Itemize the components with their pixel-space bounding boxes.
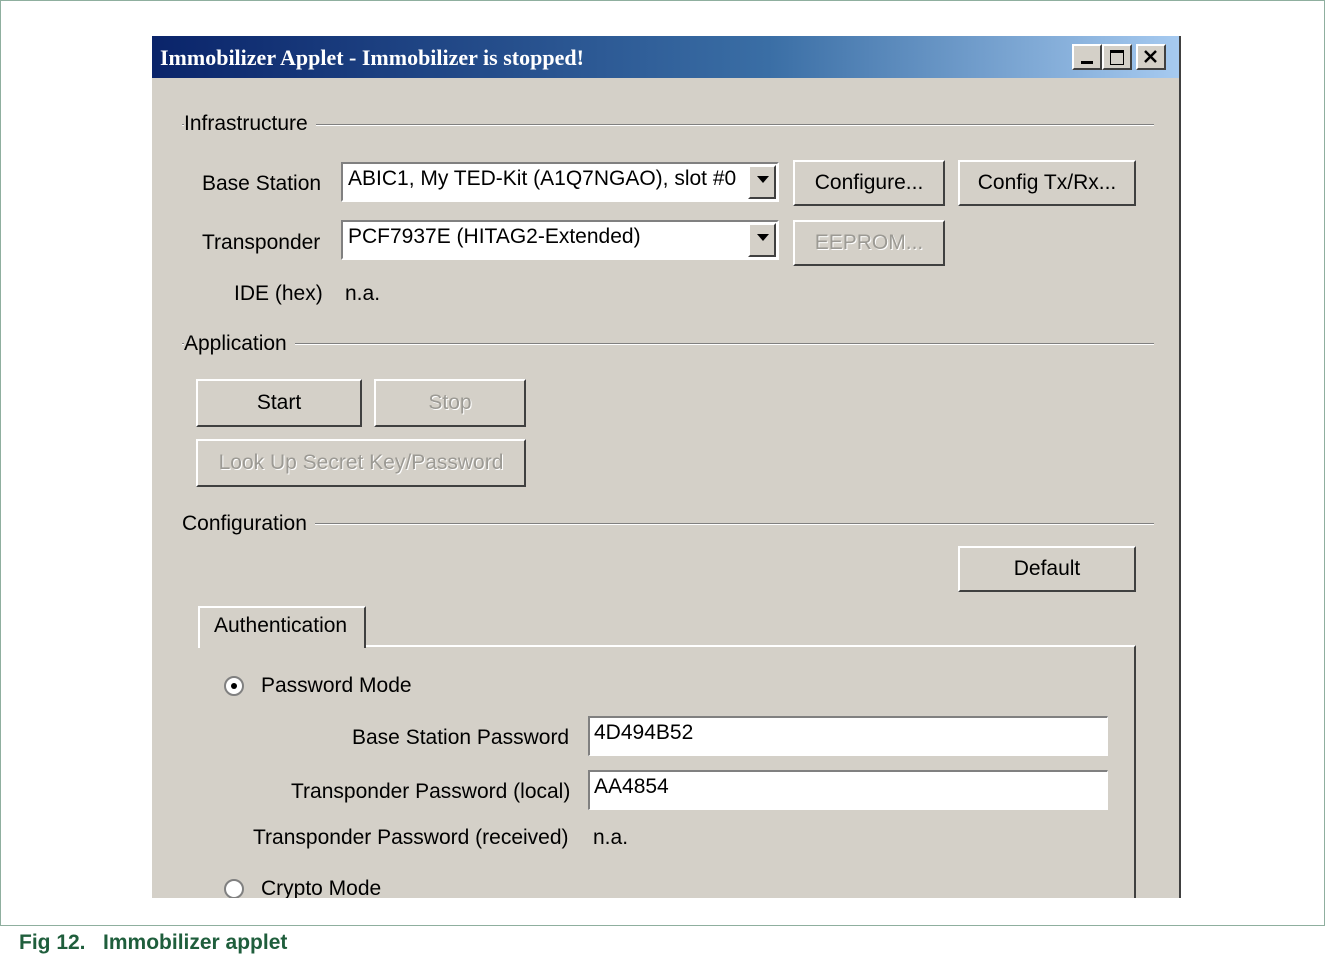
configure-button[interactable]: Configure...	[793, 160, 945, 206]
transponder-select[interactable]: PCF7937E (HITAG2-Extended)	[341, 220, 779, 260]
transponder-password-local-field[interactable]: AA4854	[588, 770, 1108, 810]
tab-authentication[interactable]: Authentication	[198, 606, 366, 648]
transponder-password-received-label: Transponder Password (received)	[253, 826, 569, 849]
tab-authentication-label: Authentication	[214, 614, 348, 637]
radio-selected-dot	[231, 683, 237, 689]
dropdown-arrow-icon[interactable]	[748, 223, 776, 257]
maximize-icon	[1110, 50, 1124, 65]
stop-button[interactable]: Stop	[374, 379, 526, 427]
title-bar[interactable]: Immobilizer Applet - Immobilizer is stop…	[152, 36, 1179, 78]
transponder-password-received-value: n.a.	[593, 826, 629, 849]
ide-label: IDE (hex)	[234, 282, 323, 305]
infrastructure-group-label: Infrastructure	[184, 112, 316, 136]
close-button[interactable]	[1136, 44, 1166, 70]
applet-window: Immobilizer Applet - Immobilizer is stop…	[150, 36, 1181, 898]
password-mode-label: Password Mode	[261, 674, 412, 697]
maximize-button[interactable]	[1102, 44, 1132, 70]
start-button[interactable]: Start	[196, 379, 362, 427]
password-mode-radio[interactable]	[224, 676, 244, 696]
ide-value: n.a.	[345, 282, 381, 305]
configuration-rule	[182, 523, 1154, 525]
minimize-icon	[1081, 61, 1093, 64]
base-station-password-label: Base Station Password	[352, 726, 570, 749]
transponder-value: PCF7937E (HITAG2-Extended)	[348, 225, 641, 248]
infrastructure-rule	[182, 124, 1154, 126]
transponder-label: Transponder	[202, 231, 321, 254]
configuration-group-label: Configuration	[182, 512, 315, 536]
application-rule	[182, 343, 1154, 345]
dropdown-arrow-icon[interactable]	[748, 165, 776, 199]
base-station-password-field[interactable]: 4D494B52	[588, 716, 1108, 756]
base-station-value: ABIC1, My TED-Kit (A1Q7NGAO), slot #0	[348, 167, 737, 190]
transponder-password-local-value: AA4854	[594, 775, 669, 798]
crypto-mode-label: Crypto Mode	[261, 877, 382, 898]
base-station-password-value: 4D494B52	[594, 721, 694, 744]
close-icon	[1144, 50, 1157, 63]
config-txrx-button[interactable]: Config Tx/Rx...	[958, 160, 1136, 206]
window-title: Immobilizer Applet - Immobilizer is stop…	[160, 45, 584, 70]
application-group-label: Application	[184, 332, 295, 356]
base-station-select[interactable]: ABIC1, My TED-Kit (A1Q7NGAO), slot #0	[341, 162, 779, 202]
transponder-password-local-label: Transponder Password (local)	[291, 780, 571, 803]
base-station-label: Base Station	[202, 172, 322, 195]
crypto-mode-radio[interactable]	[224, 879, 244, 898]
lookup-secret-key-button[interactable]: Look Up Secret Key/Password	[196, 439, 526, 487]
figure-caption: Fig 12. Immobilizer applet	[19, 931, 288, 954]
default-button[interactable]: Default	[958, 546, 1136, 592]
minimize-button[interactable]	[1072, 44, 1102, 70]
eeprom-button[interactable]: EEPROM...	[793, 220, 945, 266]
